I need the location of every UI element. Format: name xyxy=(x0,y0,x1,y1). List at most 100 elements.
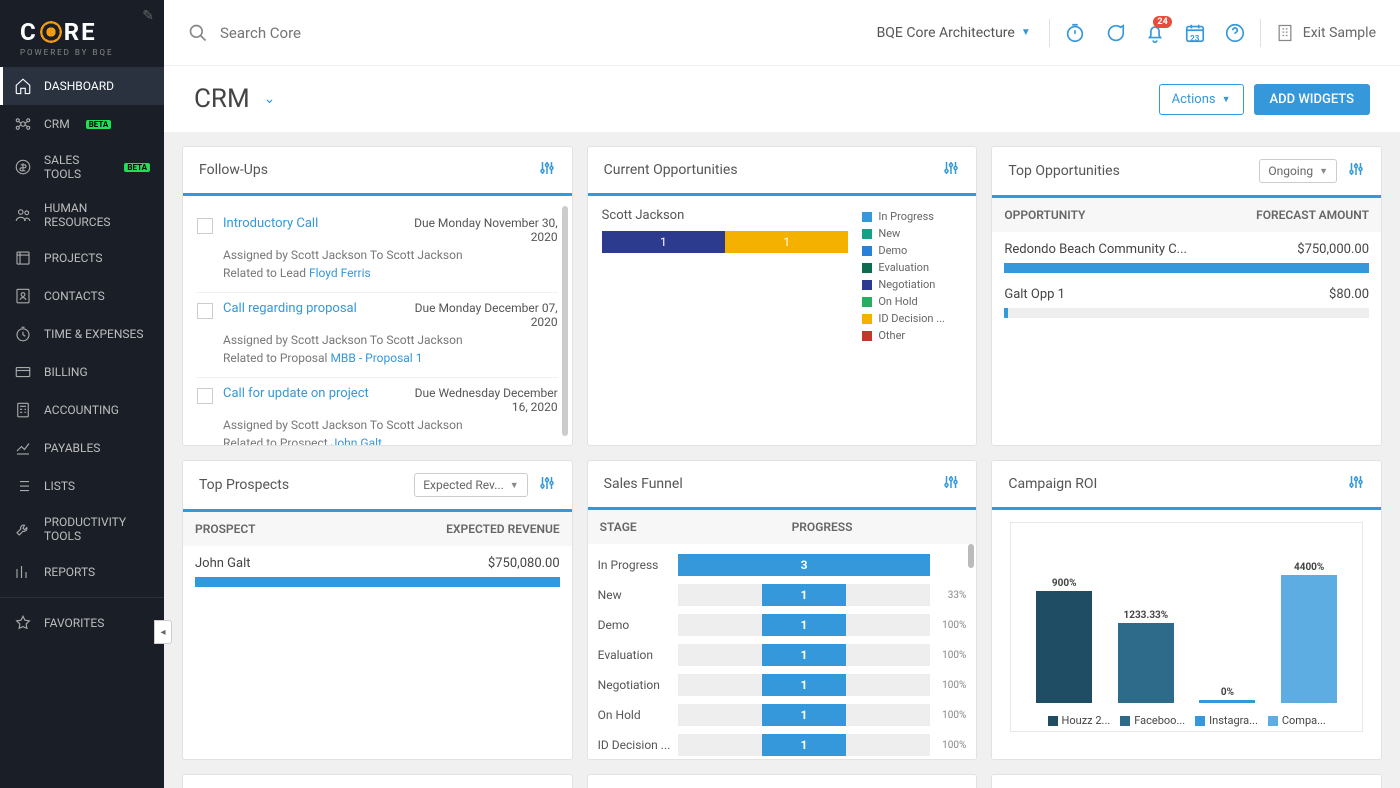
sliders-icon[interactable] xyxy=(942,473,960,495)
empty-card xyxy=(182,774,573,788)
roi-bar: 4400% xyxy=(1279,562,1339,703)
funnel-stage: New xyxy=(598,588,678,602)
legend-item: Demo xyxy=(862,242,962,259)
scrollbar[interactable] xyxy=(562,206,568,436)
progress-bar xyxy=(1004,308,1369,318)
bell-icon[interactable]: 24 xyxy=(1144,22,1166,44)
search-input[interactable] xyxy=(220,24,520,42)
prospects-filter[interactable]: Expected Rev... ▼ xyxy=(414,473,527,497)
calendar-icon[interactable]: 23 xyxy=(1184,22,1206,44)
sliders-icon[interactable] xyxy=(538,159,556,181)
table-row[interactable]: Redondo Beach Community C...$750,000.00 xyxy=(992,232,1381,277)
funnel-pct: 100% xyxy=(930,680,966,691)
sidebar-item-time-expenses[interactable]: TIME & EXPENSES xyxy=(0,315,164,353)
legend-swatch xyxy=(1268,716,1278,726)
timer-icon[interactable] xyxy=(1064,22,1086,44)
checkbox[interactable] xyxy=(197,303,213,319)
funnel-row: Evaluation 1 100% xyxy=(598,640,967,670)
sales-icon xyxy=(14,158,32,176)
sliders-icon[interactable] xyxy=(1347,160,1365,182)
funnel-bar-track: 1 xyxy=(678,674,931,696)
sidebar-item-favorites[interactable]: FAVORITES xyxy=(0,604,164,642)
sidebar-item-billing[interactable]: BILLING xyxy=(0,353,164,391)
legend-item: Evaluation xyxy=(862,259,962,276)
followup-assigned: Assigned by Scott Jackson To Scott Jacks… xyxy=(223,418,558,432)
card-title: Sales Funnel xyxy=(604,476,933,492)
sliders-icon[interactable] xyxy=(538,474,556,496)
followup-related: Related to Prospect John Galt xyxy=(223,436,558,445)
legend-label: New xyxy=(878,227,900,240)
exit-sample-button[interactable]: Exit Sample xyxy=(1275,23,1376,43)
table-row[interactable]: John Galt$750,080.00 xyxy=(183,546,572,591)
sidebar-item-projects[interactable]: PROJECTS xyxy=(0,239,164,277)
sidebar-item-contacts[interactable]: CONTACTS xyxy=(0,277,164,315)
sidebar-collapse-toggle[interactable]: ◂ xyxy=(154,620,172,644)
legend-label: Other xyxy=(878,329,905,342)
sidebar: CRE POWERED BY BQE ✎ DASHBOARD CRM BETA … xyxy=(0,0,164,788)
funnel-bar-track: 1 xyxy=(678,644,931,666)
table-header: PROSPECT EXPECTED REVENUE xyxy=(183,512,572,546)
sliders-icon[interactable] xyxy=(1347,473,1365,495)
opp-amount: $750,000.00 xyxy=(1297,242,1369,257)
followup-related-link[interactable]: John Galt xyxy=(331,436,382,445)
help-icon[interactable] xyxy=(1224,22,1246,44)
funnel-pct: 100% xyxy=(930,650,966,661)
col-stage: STAGE xyxy=(600,520,680,534)
logo-block: CRE POWERED BY BQE ✎ xyxy=(0,0,164,67)
hr-icon xyxy=(14,206,32,224)
search-icon[interactable] xyxy=(188,23,208,43)
card-title: Current Opportunities xyxy=(604,162,933,178)
funnel-bar-track: 1 xyxy=(678,614,931,636)
search-wrap xyxy=(188,23,863,43)
roi-bar-label: 0% xyxy=(1221,687,1234,698)
funnel-row: Negotiation 1 100% xyxy=(598,670,967,700)
edit-icon[interactable]: ✎ xyxy=(142,8,154,24)
table-row[interactable]: Galt Opp 1$80.00 xyxy=(992,277,1381,322)
checkbox[interactable] xyxy=(197,218,213,234)
legend-label: In Progress xyxy=(878,210,934,223)
sidebar-item-lists[interactable]: LISTS xyxy=(0,467,164,505)
followup-title[interactable]: Call for update on project xyxy=(223,386,386,401)
chevron-down-icon[interactable]: ⌄ xyxy=(264,91,276,107)
funnel-stage: Demo xyxy=(598,618,678,632)
roi-bar-column xyxy=(1118,623,1174,703)
building-icon xyxy=(1275,23,1295,43)
checkbox[interactable] xyxy=(197,388,213,404)
followup-title[interactable]: Introductory Call xyxy=(223,216,386,231)
followup-related-link[interactable]: Floyd Ferris xyxy=(309,266,371,280)
sidebar-item-productivity[interactable]: PRODUCTIVITY TOOLS xyxy=(0,505,164,553)
actions-button[interactable]: Actions ▼ xyxy=(1159,84,1244,115)
sidebar-item-hr[interactable]: HUMAN RESOURCES xyxy=(0,191,164,239)
funnel-stage: In Progress xyxy=(598,558,678,572)
legend-swatch xyxy=(862,229,872,239)
page-actions: Actions ▼ ADD WIDGETS xyxy=(1159,84,1370,115)
legend-item: Houzz 2... xyxy=(1048,714,1111,727)
progress-bar xyxy=(1004,263,1369,273)
sidebar-item-crm[interactable]: CRM BETA xyxy=(0,105,164,143)
scrollbar[interactable] xyxy=(968,544,974,568)
followup-title[interactable]: Call regarding proposal xyxy=(223,301,386,316)
roi-body: 900%1233.33%0%4400% Houzz 2...Faceboo...… xyxy=(992,510,1381,759)
sidebar-item-reports[interactable]: REPORTS xyxy=(0,553,164,591)
sidebar-item-dashboard[interactable]: DASHBOARD xyxy=(0,67,164,105)
chat-icon[interactable] xyxy=(1104,22,1126,44)
legend-item: Faceboo... xyxy=(1120,714,1185,727)
card-title: Top Prospects xyxy=(199,477,404,493)
sliders-icon[interactable] xyxy=(942,159,960,181)
followup-related-link[interactable]: MBB - Proposal 1 xyxy=(330,351,422,365)
crm-icon xyxy=(14,115,32,133)
org-switcher[interactable]: BQE Core Architecture ▼ xyxy=(877,25,1031,41)
legend-item: On Hold xyxy=(862,293,962,310)
sidebar-item-accounting[interactable]: ACCOUNTING xyxy=(0,391,164,429)
sidebar-item-label: ACCOUNTING xyxy=(44,403,119,417)
chevron-down-icon: ▼ xyxy=(510,480,519,491)
sidebar-item-sales-tools[interactable]: SALES TOOLS BETA xyxy=(0,143,164,191)
sidebar-item-payables[interactable]: PAYABLES xyxy=(0,429,164,467)
opp-name: Galt Opp 1 xyxy=(1004,287,1329,302)
add-widgets-button[interactable]: ADD WIDGETS xyxy=(1254,84,1370,115)
accounting-icon xyxy=(14,401,32,419)
top-opps-filter[interactable]: Ongoing ▼ xyxy=(1259,159,1337,183)
legend-swatch xyxy=(1195,716,1205,726)
nav: DASHBOARD CRM BETA SALES TOOLS BETA HUMA… xyxy=(0,67,164,788)
legend-label: Demo xyxy=(878,244,907,257)
